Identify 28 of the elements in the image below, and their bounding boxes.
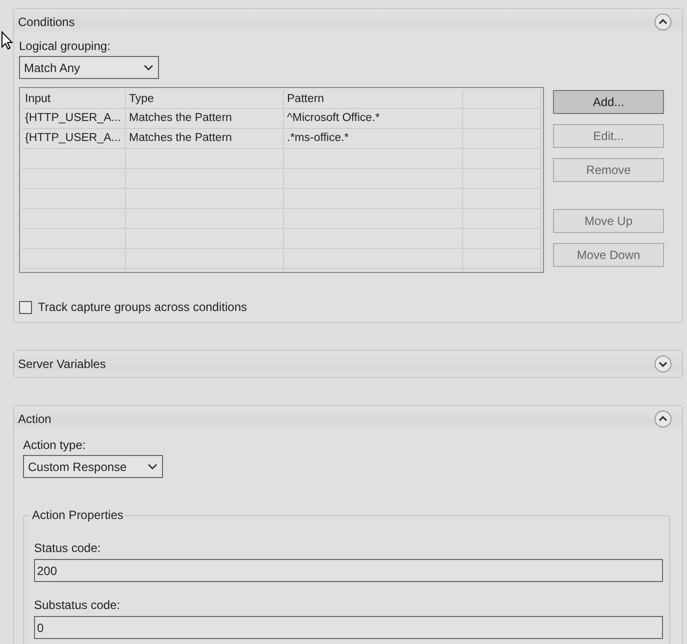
action-button[interactable]: Add... xyxy=(553,90,664,114)
section-title: Action xyxy=(18,412,52,426)
column-header[interactable]: Pattern xyxy=(284,90,463,108)
table-cell: .*ms-office.* xyxy=(284,129,463,148)
column-header[interactable]: Input xyxy=(22,90,126,108)
expand-toggle-icon[interactable] xyxy=(654,355,672,373)
section-title: Conditions xyxy=(18,15,75,29)
table-cell: Matches the Pattern xyxy=(126,129,284,148)
table-cell: ^Microsoft Office.* xyxy=(284,109,463,128)
column-header[interactable]: Type xyxy=(126,90,284,108)
field-label: Action type: xyxy=(23,438,87,452)
checkbox-label: Track capture groups across conditions xyxy=(38,300,247,314)
checkbox[interactable] xyxy=(19,300,32,314)
field-label: Substatus code: xyxy=(34,598,122,612)
table-cell: {HTTP_USER_A... xyxy=(22,109,126,128)
collapse-toggle-icon[interactable] xyxy=(654,410,672,428)
action-type-dropdown[interactable]: Custom Response xyxy=(23,455,163,478)
table-cell: Matches the Pattern xyxy=(126,109,284,128)
input-field[interactable]: 0 xyxy=(34,616,663,639)
field-label: Logical grouping: xyxy=(19,39,112,53)
field-label: Status code: xyxy=(34,541,102,555)
grouping-dropdown[interactable]: Match Any xyxy=(19,56,159,79)
mouse-pointer-icon xyxy=(1,31,13,50)
group-title: Action Properties xyxy=(30,508,126,522)
input-field[interactable]: 200 xyxy=(34,559,663,582)
section-title: Server Variables xyxy=(18,357,106,371)
collapse-toggle-icon[interactable] xyxy=(654,13,672,31)
table-cell: {HTTP_USER_A... xyxy=(22,129,126,148)
